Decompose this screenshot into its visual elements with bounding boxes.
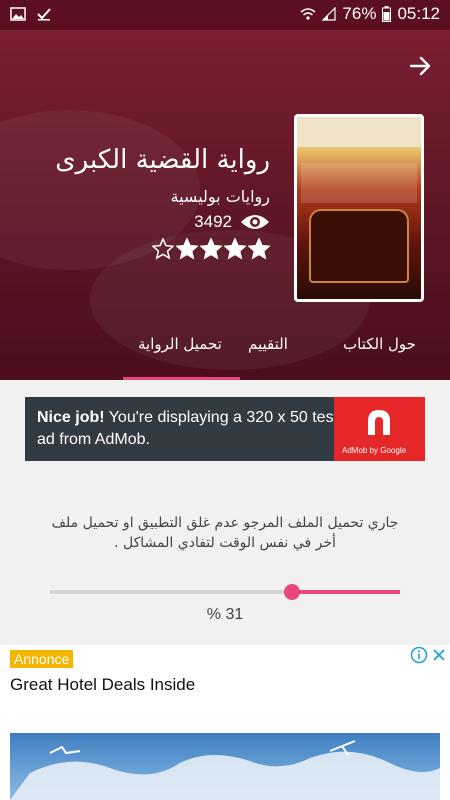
book-category: روايات بوليسية bbox=[170, 187, 270, 206]
rating-stars[interactable] bbox=[152, 238, 270, 260]
tab-rating[interactable]: التقييم bbox=[248, 335, 288, 353]
progress-fill bbox=[291, 590, 400, 594]
world-map-image bbox=[10, 733, 440, 800]
arrow-right-icon[interactable] bbox=[408, 54, 432, 78]
book-title: رواية القضية الكبرى bbox=[55, 145, 270, 175]
close-icon[interactable] bbox=[430, 646, 448, 664]
check-download-icon bbox=[37, 8, 51, 21]
ad-badge: Annonce bbox=[10, 650, 74, 668]
clock: 05:12 bbox=[397, 4, 440, 23]
tab-indicator bbox=[123, 377, 240, 380]
admob-logo: AdMob by Google bbox=[334, 397, 425, 461]
battery-icon bbox=[382, 6, 392, 22]
gallery-icon bbox=[10, 7, 26, 21]
star-filled-icon[interactable] bbox=[224, 238, 246, 260]
adchoices[interactable] bbox=[410, 646, 448, 664]
battery-percent: 76% bbox=[342, 4, 377, 23]
download-progress-bar bbox=[50, 584, 400, 600]
star-filled-icon[interactable] bbox=[248, 238, 270, 260]
info-icon[interactable] bbox=[410, 646, 428, 664]
tab-download[interactable]: تحميل الرواية bbox=[138, 335, 222, 353]
ad-text: Nice job! You're displaying a 320 x 50 t… bbox=[37, 409, 339, 448]
status-bar: 76% 05:12 bbox=[0, 0, 450, 30]
views-number: 3492 bbox=[194, 212, 232, 231]
admob-caption: AdMob by Google bbox=[342, 446, 407, 455]
admob-icon bbox=[368, 410, 390, 435]
book-header: رواية القضية الكبرى روايات بوليسية 3492 … bbox=[0, 30, 450, 380]
ad-headline: Great Hotel Deals Inside bbox=[10, 675, 196, 694]
tab-about-book[interactable]: حول الكتاب bbox=[343, 335, 416, 353]
native-ad[interactable]: Annonce Great Hotel Deals Inside bbox=[0, 645, 450, 800]
signal-icon bbox=[322, 7, 337, 21]
wifi-icon bbox=[300, 8, 316, 20]
progress-label: % 31 bbox=[206, 606, 244, 623]
progress-thumb[interactable] bbox=[283, 584, 300, 600]
admob-banner-ad[interactable]: Nice job! You're displaying a 320 x 50 t… bbox=[25, 397, 425, 461]
download-message: جاري تحميل الملف المرجو عدم غلق التطبيق … bbox=[51, 515, 399, 551]
book-cover bbox=[294, 114, 424, 302]
star-filled-icon[interactable] bbox=[200, 238, 222, 260]
star-filled-icon[interactable] bbox=[176, 238, 198, 260]
tab-bar: حول الكتاب التقييم تحميل الرواية bbox=[0, 325, 450, 380]
star-empty-icon[interactable] bbox=[152, 238, 174, 260]
eye-icon bbox=[241, 215, 269, 229]
views-count: 3492 bbox=[194, 212, 270, 232]
